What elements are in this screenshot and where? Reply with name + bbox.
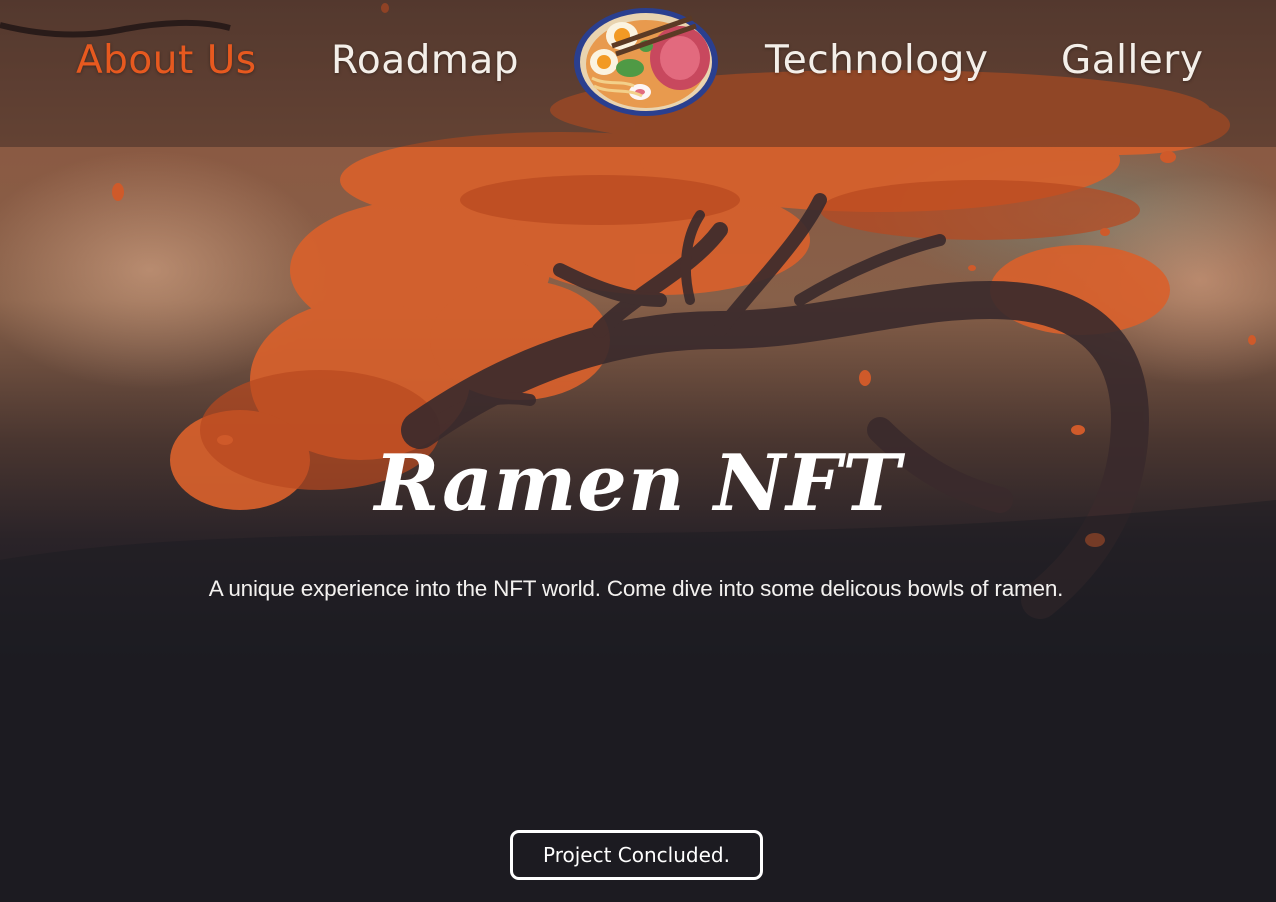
ramen-bowl-icon[interactable] [572,6,720,122]
nav-gallery[interactable]: Gallery [1061,34,1203,88]
nav-roadmap[interactable]: Roadmap [331,34,519,88]
hero-subtitle: A unique experience into the NFT world. … [208,576,1064,601]
nav-about-us[interactable]: About Us [76,34,257,88]
project-status-button[interactable]: Project Concluded. [510,830,763,880]
nav-technology[interactable]: Technology [765,34,988,88]
hero-title: Ramen NFT [374,438,902,529]
